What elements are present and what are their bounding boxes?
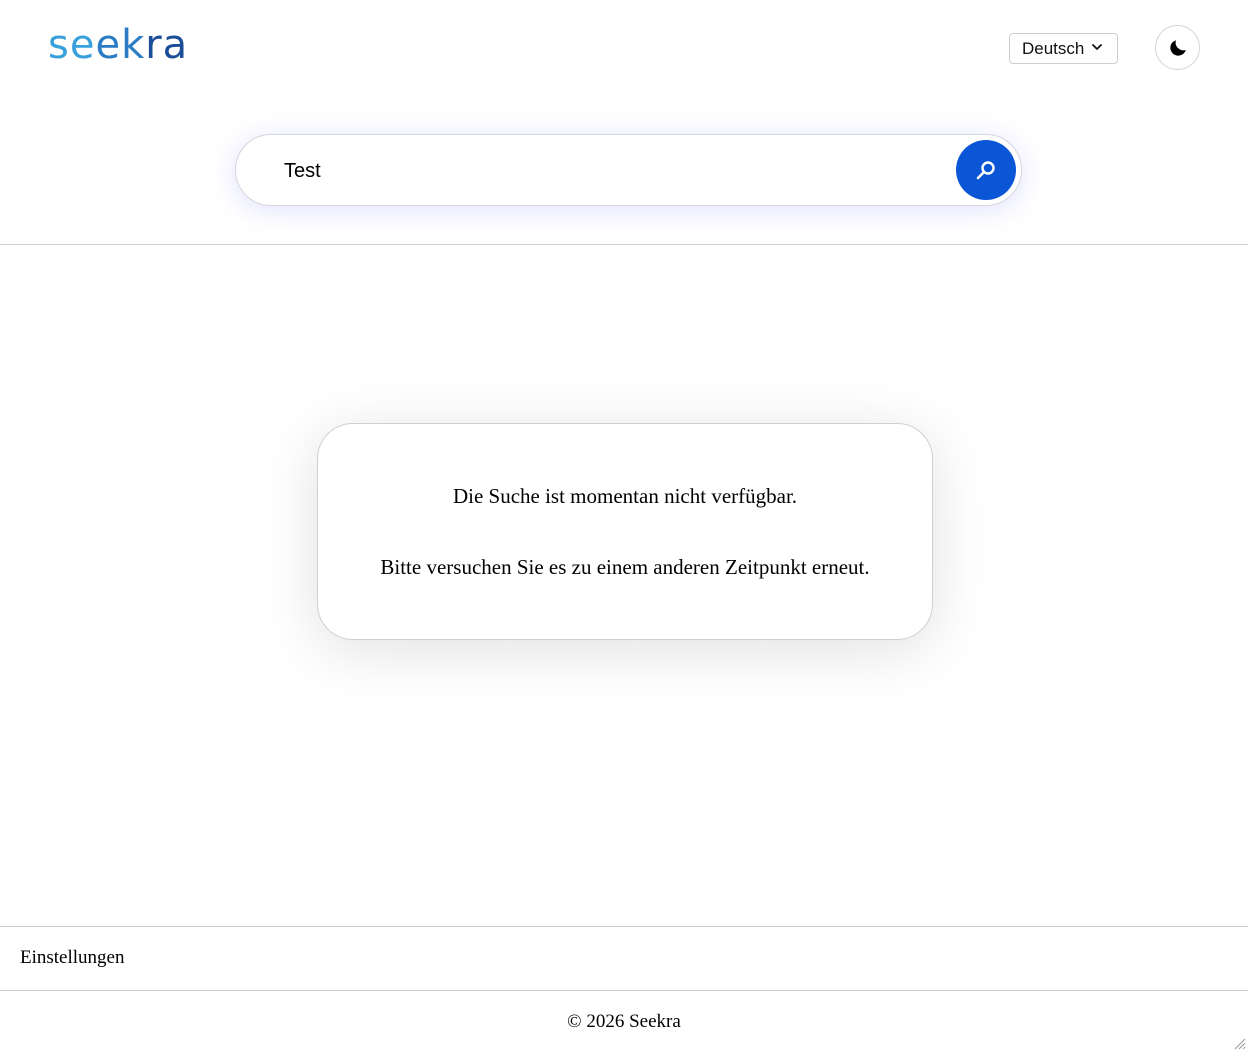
footer-divider-bottom (0, 990, 1248, 991)
search-bar (235, 134, 1022, 206)
settings-link[interactable]: Einstellungen (20, 947, 124, 969)
logo-part-3: ra (145, 22, 189, 68)
search-button[interactable] (956, 140, 1016, 200)
chevron-down-icon (1092, 44, 1102, 50)
error-message-title: Die Suche ist momentan nicht verfügbar. (452, 484, 798, 508)
search-icon (976, 161, 995, 180)
header-divider (0, 244, 1248, 245)
moon-icon (1169, 39, 1186, 56)
theme-toggle-button[interactable] (1155, 25, 1200, 70)
search-input[interactable] (284, 155, 924, 187)
page: seekra Deutsch Die Suche ist momentan ni… (0, 0, 1248, 1052)
error-message-hint: Bitte versuchen Sie es zu einem anderen … (380, 555, 870, 579)
copyright-text: © 2026 Seekra (567, 1011, 681, 1032)
logo-part-1: se (48, 22, 96, 68)
footer-divider-top (0, 926, 1248, 927)
logo[interactable]: seekra (48, 22, 188, 68)
language-select-value: Deutsch (1022, 38, 1085, 58)
language-select[interactable]: Deutsch (1009, 33, 1118, 64)
logo-part-2: ek (95, 22, 146, 68)
error-message-card: Die Suche ist momentan nicht verfügbar. … (317, 423, 933, 640)
resize-grip-icon[interactable] (1232, 1036, 1246, 1050)
